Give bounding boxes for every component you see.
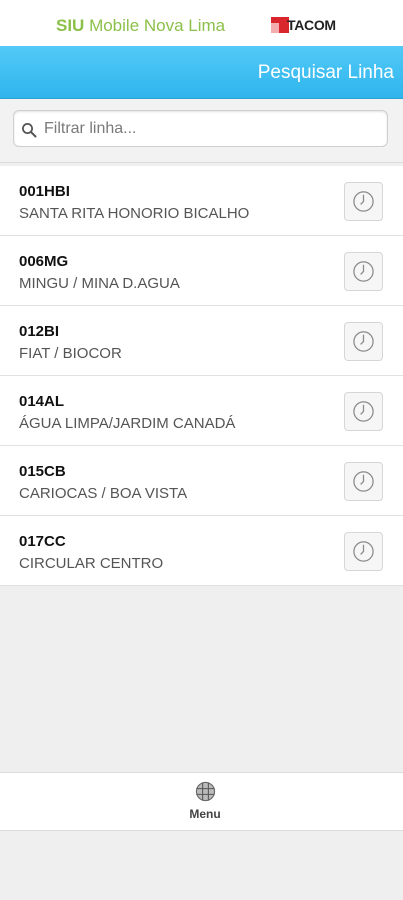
line-name: ÁGUA LIMPA/JARDIM CANADÁ: [19, 415, 236, 432]
clock-icon: [353, 401, 374, 422]
search-bar: [0, 99, 403, 163]
line-code: 012BI: [19, 323, 60, 340]
list-item[interactable]: 006MG MINGU / MINA D.AGUA: [0, 236, 403, 306]
clock-icon: [353, 331, 374, 352]
bus-line-list: 001HBI SANTA RITA HONORIO BICALHO 006MG …: [0, 166, 403, 586]
list-item[interactable]: 014AL ÁGUA LIMPA/JARDIM CANADÁ: [0, 376, 403, 446]
app-header: Pesquisar Linha: [0, 46, 403, 99]
schedule-button[interactable]: [344, 462, 383, 501]
app-brand-name: SIU Mobile Nova Lima: [56, 16, 225, 36]
page-title: Pesquisar Linha: [257, 62, 394, 83]
clock-icon: [353, 261, 374, 282]
list-item[interactable]: 012BI FIAT / BIOCOR: [0, 306, 403, 376]
menu-label: Menu: [189, 807, 221, 821]
search-input[interactable]: [44, 112, 382, 145]
line-name: CARIOCAS / BOA VISTA: [19, 485, 188, 502]
schedule-button[interactable]: [344, 322, 383, 361]
schedule-button[interactable]: [344, 532, 383, 571]
line-code: 001HBI: [19, 183, 70, 200]
search-icon: [22, 123, 37, 138]
list-item[interactable]: 017CC CIRCULAR CENTRO: [0, 516, 403, 586]
line-name: CIRCULAR CENTRO: [19, 555, 164, 572]
line-code: 017CC: [19, 533, 66, 550]
schedule-button[interactable]: [344, 252, 383, 291]
line-name: MINGU / MINA D.AGUA: [19, 275, 180, 292]
line-name: FIAT / BIOCOR: [19, 345, 122, 362]
line-code: 014AL: [19, 393, 65, 410]
grid-globe-icon: [195, 781, 215, 802]
tacom-logo-text: TACOM: [287, 17, 336, 33]
brand-bar: SIU Mobile Nova Lima TACOM: [0, 0, 403, 46]
line-code: 015CB: [19, 463, 66, 480]
clock-icon: [353, 541, 374, 562]
search-box[interactable]: [13, 110, 388, 147]
list-item[interactable]: 001HBI SANTA RITA HONORIO BICALHO: [0, 166, 403, 236]
schedule-button[interactable]: [344, 182, 383, 221]
brand-siu: SIU: [56, 16, 85, 35]
list-item[interactable]: 015CB CARIOCAS / BOA VISTA: [0, 446, 403, 516]
menu-button[interactable]: Menu: [176, 781, 234, 825]
bottom-nav: Menu: [0, 772, 403, 831]
tacom-logo: TACOM: [271, 17, 336, 33]
clock-icon: [353, 471, 374, 492]
line-code: 006MG: [19, 253, 69, 270]
schedule-button[interactable]: [344, 392, 383, 431]
line-name: SANTA RITA HONORIO BICALHO: [19, 205, 250, 222]
clock-icon: [353, 191, 374, 212]
brand-rest: Mobile Nova Lima: [84, 16, 226, 35]
